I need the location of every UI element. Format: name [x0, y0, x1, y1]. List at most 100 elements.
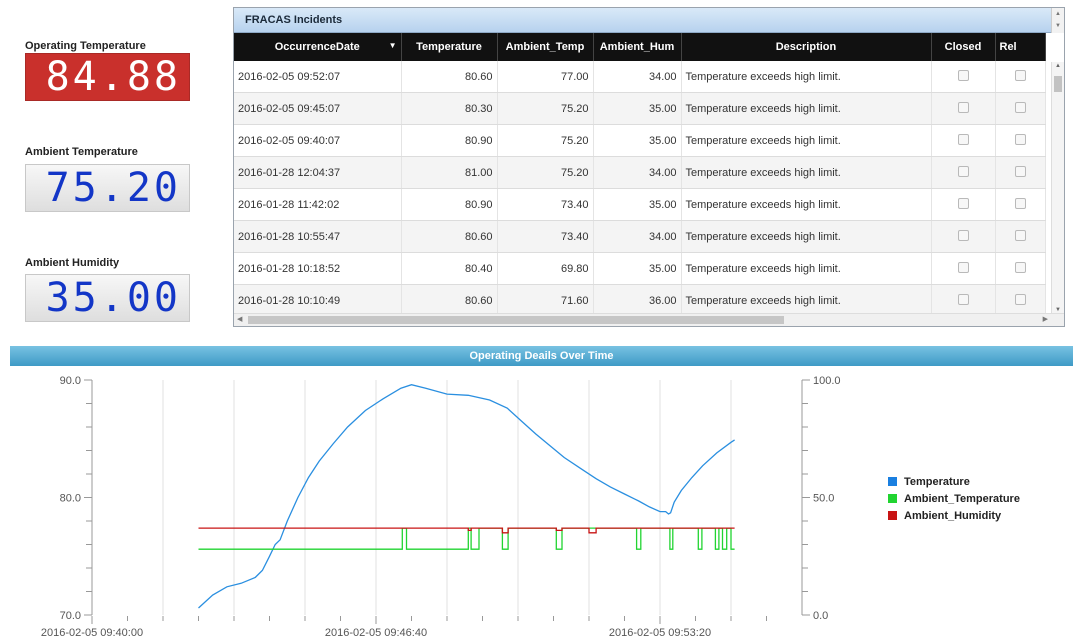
right-tick-label: 0.0 — [813, 610, 828, 622]
legend-item-temperature[interactable]: Temperature — [888, 473, 1020, 490]
panel-title: FRACAS Incidents — [234, 8, 1054, 33]
table-horizontal-scrollbar[interactable]: ◀ ▶ — [234, 313, 1064, 326]
legend-item-ambient-humidity[interactable]: Ambient_Humidity — [888, 507, 1020, 524]
cell-rel — [995, 188, 1046, 221]
scroll-left-icon[interactable]: ◀ — [237, 314, 242, 326]
cell-occurrence-date: 2016-01-28 10:10:49 — [234, 284, 402, 317]
cell-description: Temperature exceeds high limit. — [681, 284, 932, 317]
cell-rel — [995, 284, 1046, 317]
scroll-up-icon[interactable]: ▲ — [1052, 63, 1064, 69]
cell-occurrence-date: 2016-01-28 11:42:02 — [234, 188, 402, 221]
cell-occurrence-date: 2016-01-28 12:04:37 — [234, 156, 402, 189]
table-row[interactable]: 2016-01-28 10:10:49 80.60 71.60 36.00 Te… — [234, 284, 1046, 317]
cell-description: Temperature exceeds high limit. — [681, 220, 932, 253]
closed-checkbox[interactable] — [957, 293, 969, 305]
rel-checkbox[interactable] — [1014, 293, 1026, 305]
cell-rel — [995, 220, 1046, 253]
cell-rel — [995, 156, 1046, 189]
cell-ambient-temp: 71.60 — [497, 284, 594, 317]
cell-description: Temperature exceeds high limit. — [681, 124, 932, 157]
series-line-ambient-humidity — [198, 527, 735, 534]
cell-closed — [931, 188, 996, 221]
cell-ambient-hum: 35.00 — [593, 92, 682, 125]
chart-legend: Temperature Ambient_Temperature Ambient_… — [888, 473, 1020, 524]
cell-temperature: 81.00 — [401, 156, 498, 189]
table-vertical-scrollbar[interactable]: ▲ ▼ — [1051, 62, 1064, 314]
cell-closed — [931, 252, 996, 285]
legend-swatch-ambient-humidity — [888, 511, 897, 520]
column-header-description[interactable]: Description — [681, 33, 932, 61]
cell-ambient-hum: 35.00 — [593, 124, 682, 157]
cell-ambient-temp: 77.00 — [497, 61, 594, 93]
column-header-occurrencedate[interactable]: OccurrenceDate ▼ — [234, 33, 402, 61]
scroll-right-icon[interactable]: ▶ — [1043, 314, 1048, 326]
rel-checkbox[interactable] — [1014, 69, 1026, 81]
cell-ambient-hum: 36.00 — [593, 284, 682, 317]
column-header-ambient-temp[interactable]: Ambient_Temp — [497, 33, 594, 61]
table-row[interactable]: 2016-02-05 09:40:07 80.90 75.20 35.00 Te… — [234, 124, 1046, 157]
cell-ambient-hum: 34.00 — [593, 156, 682, 189]
cell-description: Temperature exceeds high limit. — [681, 188, 932, 221]
cell-closed — [931, 156, 996, 189]
table-row[interactable]: 2016-01-28 10:18:52 80.40 69.80 35.00 Te… — [234, 252, 1046, 285]
horizontal-scroll-thumb[interactable] — [248, 316, 784, 324]
cell-rel — [995, 92, 1046, 125]
vertical-scroll-thumb[interactable] — [1054, 76, 1062, 92]
left-tick-label: 80.0 — [60, 493, 81, 505]
panel-scroll-buttons[interactable]: ▲ ▼ — [1051, 8, 1064, 33]
column-header-closed[interactable]: Closed — [931, 33, 996, 61]
cell-temperature: 80.30 — [401, 92, 498, 125]
legend-swatch-ambient-temperature — [888, 494, 897, 503]
table-row[interactable]: 2016-02-05 09:52:07 80.60 77.00 34.00 Te… — [234, 61, 1046, 93]
cell-occurrence-date: 2016-02-05 09:52:07 — [234, 61, 402, 93]
closed-checkbox[interactable] — [957, 133, 969, 145]
right-tick-label: 100.0 — [813, 375, 841, 387]
chart-title: Operating Deails Over Time — [10, 346, 1073, 366]
column-header-temperature[interactable]: Temperature — [401, 33, 498, 61]
cell-description: Temperature exceeds high limit. — [681, 252, 932, 285]
cell-ambient-temp: 75.20 — [497, 124, 594, 157]
cell-ambient-hum: 34.00 — [593, 61, 682, 93]
left-tick-label: 70.0 — [60, 610, 81, 622]
cell-temperature: 80.60 — [401, 284, 498, 317]
rel-checkbox[interactable] — [1014, 101, 1026, 113]
fracas-incidents-panel: FRACAS Incidents ▲ ▼ OccurrenceDate ▼ Tem… — [233, 7, 1065, 327]
rel-checkbox[interactable] — [1014, 229, 1026, 241]
legend-label: Temperature — [904, 475, 970, 488]
ambient-temperature-gauge: 75.20 — [25, 164, 190, 212]
incidents-table: OccurrenceDate ▼ Temperature Ambient_Tem… — [234, 33, 1046, 317]
cell-ambient-hum: 34.00 — [593, 220, 682, 253]
closed-checkbox[interactable] — [957, 69, 969, 81]
rel-checkbox[interactable] — [1014, 165, 1026, 177]
ambient-temperature-label: Ambient Temperature — [25, 146, 138, 158]
cell-temperature: 80.90 — [401, 188, 498, 221]
cell-description: Temperature exceeds high limit. — [681, 92, 932, 125]
closed-checkbox[interactable] — [957, 101, 969, 113]
column-header-ambient-hum[interactable]: Ambient_Hum — [593, 33, 682, 61]
closed-checkbox[interactable] — [957, 197, 969, 209]
table-row[interactable]: 2016-01-28 11:42:02 80.90 73.40 35.00 Te… — [234, 188, 1046, 221]
legend-label: Ambient_Humidity — [904, 509, 1002, 522]
x-tick-label: 2016-02-05 09:40:00 — [41, 627, 143, 639]
rel-checkbox[interactable] — [1014, 261, 1026, 273]
table-row[interactable]: 2016-01-28 10:55:47 80.60 73.40 34.00 Te… — [234, 220, 1046, 253]
x-tick-label: 2016-02-05 09:53:20 — [609, 627, 711, 639]
legend-label: Ambient_Temperature — [904, 492, 1020, 505]
series-line-ambient-temperature — [198, 527, 735, 550]
table-row[interactable]: 2016-01-28 12:04:37 81.00 75.20 34.00 Te… — [234, 156, 1046, 189]
closed-checkbox[interactable] — [957, 229, 969, 241]
closed-checkbox[interactable] — [957, 261, 969, 273]
ambient-humidity-label: Ambient Humidity — [25, 257, 120, 269]
cell-occurrence-date: 2016-02-05 09:45:07 — [234, 92, 402, 125]
cell-rel — [995, 252, 1046, 285]
cell-occurrence-date: 2016-01-28 10:55:47 — [234, 220, 402, 253]
closed-checkbox[interactable] — [957, 165, 969, 177]
rel-checkbox[interactable] — [1014, 133, 1026, 145]
rel-checkbox[interactable] — [1014, 197, 1026, 209]
sort-descending-icon: ▼ — [388, 41, 397, 50]
column-header-rel[interactable]: Rel — [995, 33, 1046, 61]
legend-item-ambient-temperature[interactable]: Ambient_Temperature — [888, 490, 1020, 507]
cell-occurrence-date: 2016-01-28 10:18:52 — [234, 252, 402, 285]
table-row[interactable]: 2016-02-05 09:45:07 80.30 75.20 35.00 Te… — [234, 92, 1046, 125]
cell-rel — [995, 124, 1046, 157]
